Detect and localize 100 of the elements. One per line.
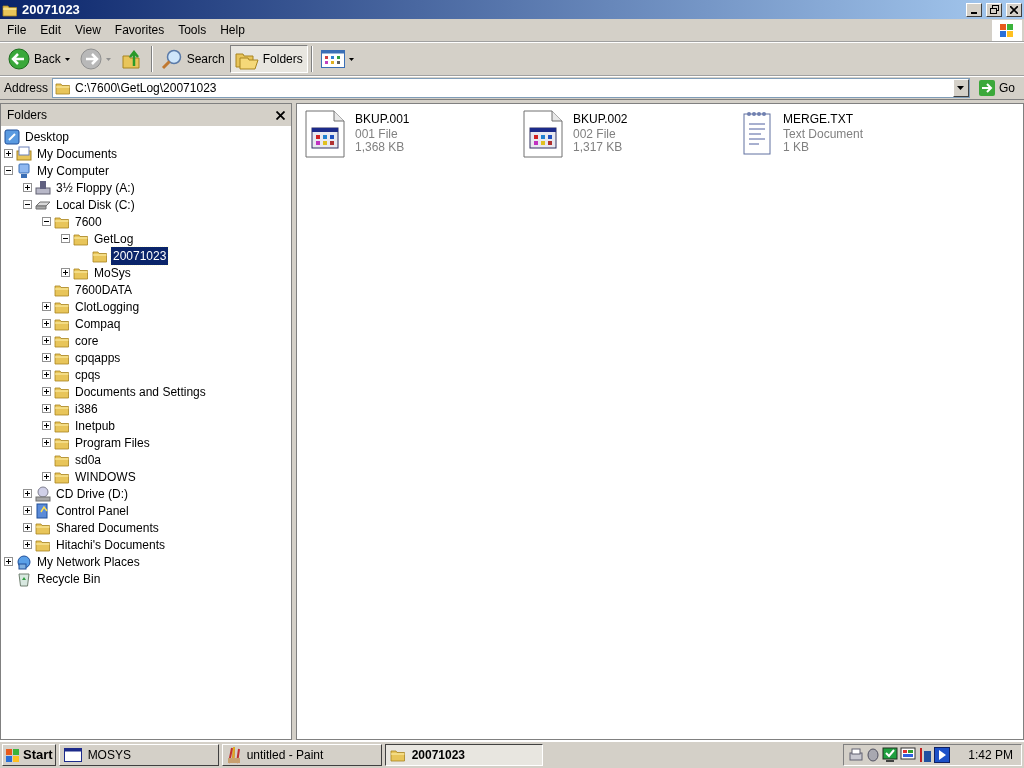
taskbar-button[interactable]: untitled - Paint [221,744,382,766]
floppy-drive-icon [35,179,51,196]
tree-item[interactable]: WINDOWS [73,467,138,486]
expand-button[interactable] [4,149,13,158]
expand-button[interactable] [4,557,13,566]
menu-item[interactable]: Help [213,19,252,41]
folders-button[interactable]: Folders [229,45,308,73]
plus-icon [63,270,68,275]
plus-icon [44,304,49,309]
collapse-button[interactable] [4,166,13,175]
tree-item[interactable]: My Network Places [35,552,142,571]
caret-icon [957,86,965,90]
expand-button[interactable] [42,438,51,447]
tree-item[interactable]: Control Panel [54,501,131,520]
file-name[interactable]: BKUP.001 [355,110,410,128]
start-button[interactable]: Start [2,744,56,766]
expand-button[interactable] [23,523,32,532]
menu-item[interactable]: View [68,19,108,41]
expand-button[interactable] [42,404,51,413]
tree-item[interactable]: Desktop [23,127,72,146]
window-title: 20071023 [22,0,80,19]
expand-button[interactable] [42,353,51,362]
file-name[interactable]: BKUP.002 [573,110,628,128]
menu-item[interactable]: File [0,19,34,41]
expand-button[interactable] [42,302,51,311]
file-type: 001 File [355,128,399,141]
desktop-icon [4,128,20,145]
plus-icon [25,508,30,513]
tree-item[interactable]: core [73,331,101,350]
menu-item[interactable]: Favorites [107,19,172,41]
plus-icon [25,542,30,547]
tree-item[interactable]: cpqapps [73,348,123,367]
tree-item[interactable]: My Documents [35,144,120,163]
folder-icon [55,80,72,96]
tree-item[interactable]: 20071023 [111,246,169,265]
tree-item[interactable]: Documents and Settings [73,382,208,401]
menu-item[interactable]: Edit [33,19,69,41]
minus-icon [25,202,30,207]
text-document-icon [741,110,773,156]
expand-button[interactable] [42,387,51,396]
expand-button[interactable] [42,336,51,345]
file-name[interactable]: MERGE.TXT [783,110,864,128]
tree-item[interactable]: MoSys [92,263,133,282]
plus-icon [44,474,49,479]
file-size: 1,317 KB [573,141,624,154]
tree-item[interactable]: Compaq [73,314,123,333]
close-button[interactable] [276,110,285,120]
tree-item[interactable]: i386 [73,399,100,418]
file-type: Text Document [783,128,864,141]
expand-button[interactable] [42,472,51,481]
expand-button[interactable] [23,183,32,192]
close-icon [276,110,285,120]
caret-icon [64,57,70,61]
computer-icon [16,162,32,179]
tree-item[interactable]: 7600 [73,212,104,231]
address-label: Address [4,80,49,97]
expand-button[interactable] [42,370,51,379]
file-size: 1,368 KB [355,141,406,154]
tree-item[interactable]: Recycle Bin [35,569,103,588]
dropdown-button[interactable] [953,79,969,97]
tree-item[interactable]: Shared Documents [54,518,161,537]
clock: 1:42 PM [968,747,1013,764]
application-file-icon [523,110,563,158]
tree-item[interactable]: ClotLogging [73,297,142,316]
tree-item[interactable]: Local Disk (C:) [54,195,137,214]
search-button[interactable]: Search [155,45,230,73]
tree-item[interactable]: Hitachi's Documents [54,535,167,554]
collapse-button[interactable] [42,217,51,226]
back-button[interactable]: Back [3,45,75,73]
minimize-button[interactable] [966,2,982,17]
minimize-icon [971,11,977,14]
collapse-button[interactable] [61,234,70,243]
tree-item[interactable]: 7600DATA [73,280,134,299]
tree-item[interactable]: Inetpub [73,416,118,435]
go-button[interactable]: Go [974,77,1020,99]
restore-button[interactable] [986,2,1002,17]
expand-button[interactable] [23,506,32,515]
tree-item[interactable]: 3½ Floppy (A:) [54,178,137,197]
expand-button[interactable] [42,319,51,328]
taskbar-button[interactable]: MOSYS [58,744,219,766]
recycle-bin-icon [16,570,32,587]
tree-item[interactable]: cpqs [73,365,103,384]
menu-item[interactable]: Tools [171,19,214,41]
tree-item[interactable]: sd0a [73,450,104,469]
expand-button[interactable] [23,540,32,549]
expand-button[interactable] [23,489,32,498]
collapse-button[interactable] [23,200,32,209]
plus-icon [44,372,49,377]
windows-logo-icon [5,747,21,763]
address-field[interactable]: C:\7600\GetLog\20071023 [52,78,970,98]
plus-icon [6,559,11,564]
tree-item[interactable]: My Computer [35,161,112,180]
tree-item[interactable]: CD Drive (D:) [54,484,130,503]
tree-item[interactable]: Program Files [73,433,152,452]
taskbar-button[interactable]: 20071023 [384,744,543,766]
documents-icon [16,145,32,162]
expand-button[interactable] [61,268,70,277]
expand-button[interactable] [42,421,51,430]
tree-item[interactable]: GetLog [92,229,136,248]
monitor-check-icon [882,747,899,763]
